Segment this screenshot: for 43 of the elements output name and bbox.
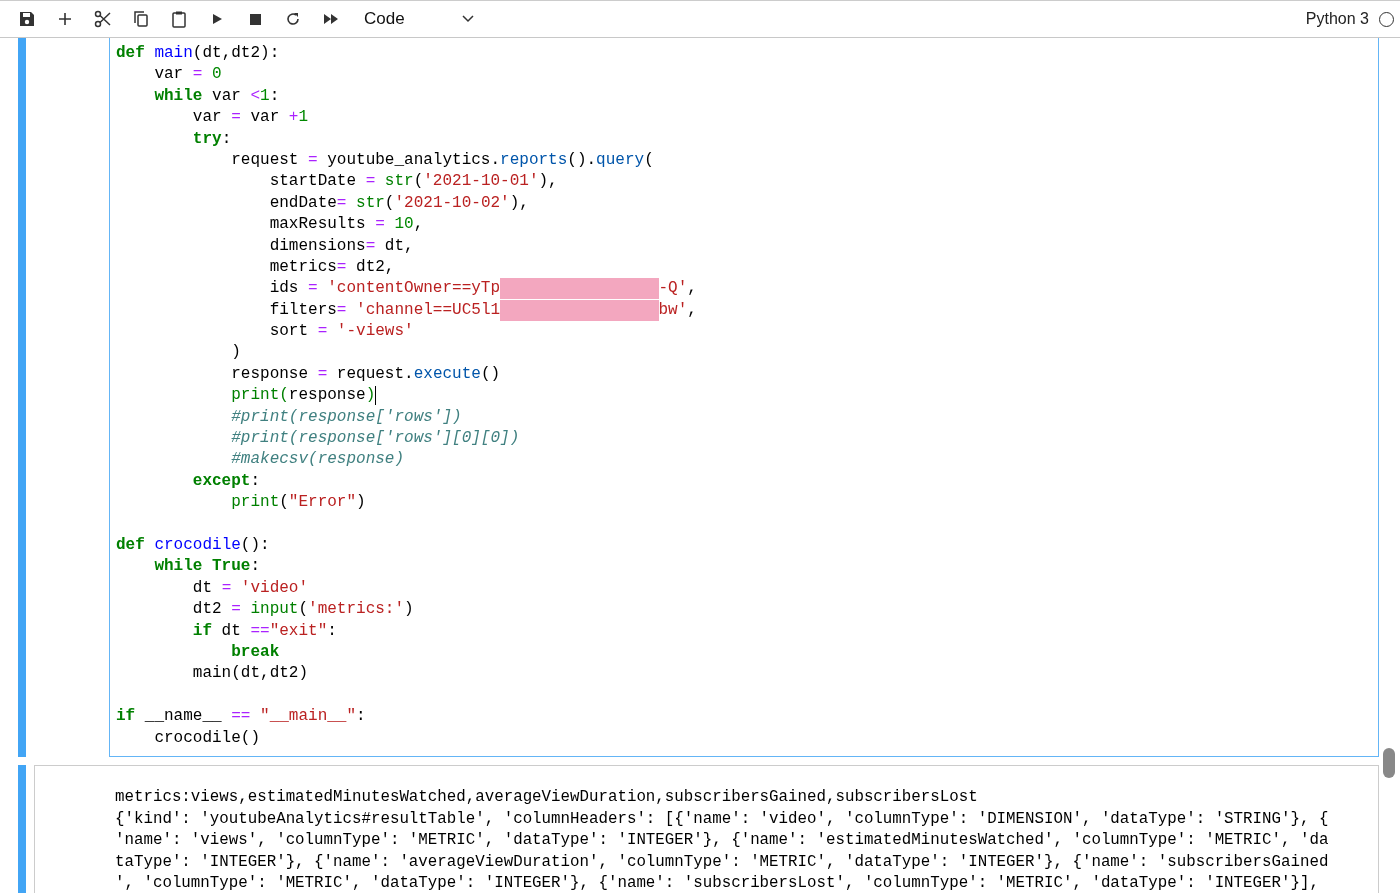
code-line: if dt =="exit":: [191, 620, 337, 642]
code-line: request = youtube_analytics.reports().query(: [230, 149, 654, 171]
kernel-name: Python 3: [1305, 10, 1369, 28]
code-line: bw',: [658, 299, 697, 321]
code-line: dt = 'video': [191, 577, 309, 599]
output-line: 'name': 'views', 'columnType': 'METRIC', 'dataType': 'INTEGER'}, {'name': 'estimatedMinutesWatched', 'columnType': 'METRIC', 'da: [115, 830, 1330, 851]
output-line: taType': 'INTEGER'}, {'name': 'averageViewDuration', 'columnType': 'METRIC', 'dataType': 'INTEGER'}, {'name': 'subscribersGained: [115, 851, 1330, 873]
code-line: startDate = str('2021-10-01'),: [268, 171, 558, 193]
code-line: #print(response['rows'][0][0]): [230, 428, 520, 450]
code-line: while True:: [153, 556, 261, 578]
chevron-down-icon: [462, 15, 474, 23]
code-line: -Q',: [658, 278, 697, 300]
code-line: dimensions= dt,: [268, 235, 414, 257]
code-line: print("Error"): [230, 492, 366, 514]
code-line: sort = '-views': [268, 321, 414, 343]
code-line: filters= 'channel==UC5l1: [268, 299, 501, 321]
scrollbar-thumb[interactable]: [1383, 748, 1395, 778]
code-line: print(response): [230, 385, 376, 407]
code-line: except:: [191, 470, 261, 492]
output-line: ', 'columnType': 'METRIC', 'dataType': 'INTEGER'}, {'name': 'subscribersLost', 'columnType': 'METRIC', 'dataType': 'INTEGER'}],: [115, 873, 1320, 893]
code-line: if __name__ == "__main__":: [116, 706, 366, 728]
code-line: def main(dt,dt2):: [116, 43, 280, 64]
code-line: def crocodile():: [116, 535, 270, 556]
code-line: #makecsv(response): [230, 449, 405, 471]
code-line: endDate= str('2021-10-02'),: [268, 192, 529, 214]
output-line: {'kind': 'youtubeAnalytics#resultTable', 'columnHeaders': [{'name': 'video', 'columnType': 'DIMENSION', 'dataType': 'STRING'}, {: [115, 808, 1330, 830]
code-line: try:: [191, 128, 232, 150]
code-line: response = request.execute(): [230, 363, 501, 385]
code-line: ): [230, 342, 241, 364]
code-line: ids = 'contentOwner==yTp: [268, 278, 501, 300]
code-line: #print(response['rows']): [230, 406, 462, 428]
output-line: metrics:views,estimatedMinutesWatched,averageViewDuration,subscribersGained,subscribersLost: [115, 787, 979, 808]
code-line: while var <1:: [153, 85, 280, 107]
code-line: crocodile(): [153, 727, 261, 749]
text-cursor: [375, 386, 377, 406]
code-line: dt2 = input('metrics:'): [191, 599, 414, 621]
code-line: var = var +1: [191, 107, 309, 129]
code-line: var = 0: [153, 64, 222, 86]
code-line: main(dt,dt2): [191, 663, 309, 685]
code-line: break: [230, 641, 280, 663]
cell-type-dropdown[interactable]: Code: [360, 9, 478, 29]
code-line: maxResults = 10,: [268, 214, 424, 236]
code-line: metrics= dt2,: [268, 256, 395, 278]
